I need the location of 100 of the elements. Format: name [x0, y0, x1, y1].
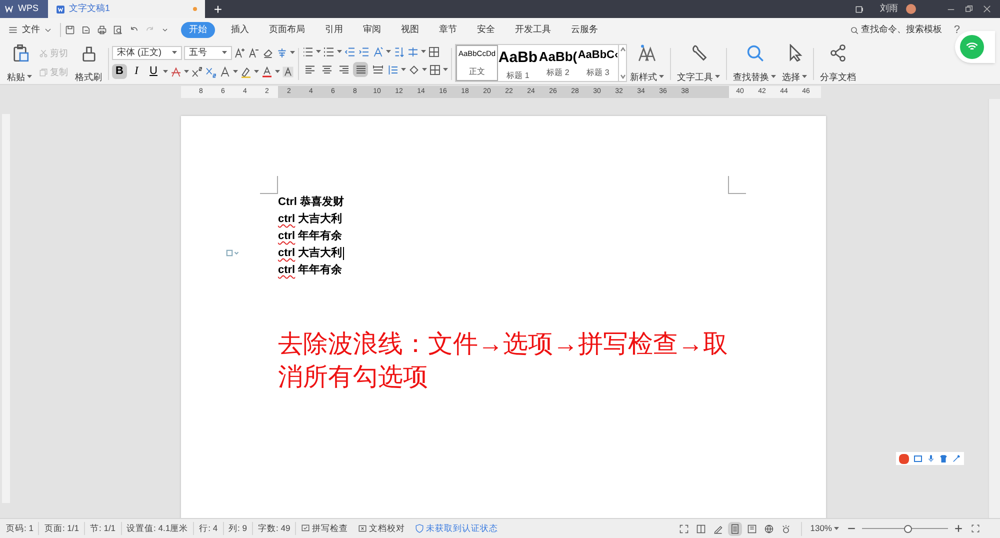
copy-icon [39, 68, 48, 77]
select-button[interactable]: 选择 [779, 44, 810, 84]
annotation-text: 去除波浪线：文件→选项→拼写检查→取消所有勾选项 [278, 330, 729, 393]
scissors-icon [39, 49, 48, 58]
view-icon [713, 524, 724, 534]
help-button[interactable]: ? [954, 22, 960, 38]
spell-check-button[interactable]: 拼写检查 [296, 522, 354, 535]
new-tab-button[interactable]: + [205, 0, 231, 18]
paste-button[interactable]: 粘贴 [4, 44, 35, 84]
chevron-down-icon [44, 26, 52, 34]
status-text: 设置值: 4.1厘米 [122, 522, 194, 535]
eraser-icon [262, 47, 274, 59]
caret-icon [337, 50, 342, 54]
font-family-select[interactable]: 宋体 (正文) [112, 46, 182, 60]
ribbon-tab[interactable]: 云服务 [561, 23, 608, 37]
brush-icon [80, 44, 98, 62]
caret-icon [386, 50, 391, 54]
style-option[interactable]: AaBb( 标题 2 [538, 45, 578, 81]
shrink-font-icon [248, 47, 260, 59]
avatar[interactable] [906, 4, 916, 14]
status-text: 页码: 1 [1, 522, 40, 535]
caret-icon [771, 75, 776, 80]
ribbon-tab[interactable]: 引用 [315, 23, 353, 37]
export-icon [81, 25, 91, 35]
bullets-icon [302, 46, 314, 58]
scrollbar[interactable] [988, 99, 1000, 518]
find-replace-button[interactable]: 查找替换 [730, 44, 779, 84]
format-painter-button[interactable]: 格式刷 [72, 44, 105, 84]
document-tab[interactable]: 文字文稿1 [48, 0, 205, 18]
caret-icon [659, 75, 664, 80]
document-icon [56, 4, 65, 14]
slider-thumb[interactable] [904, 524, 912, 532]
print-icon [97, 25, 107, 35]
command-search[interactable]: 查找命令、搜索模板 [850, 23, 942, 37]
margin-corner [728, 176, 746, 194]
ribbon-tab[interactable]: 章节 [429, 23, 467, 37]
wps-logo-icon [4, 5, 14, 13]
preview-icon [113, 25, 123, 35]
dropdown-icon [161, 26, 169, 34]
caret-icon [27, 75, 32, 80]
zoom-in-icon [954, 524, 963, 533]
font-size-select[interactable]: 五号 [184, 46, 232, 60]
align-justify-button[interactable] [353, 62, 368, 77]
ribbon-tab[interactable]: 安全 [467, 23, 505, 37]
view-icon [747, 524, 758, 534]
mic-icon [927, 454, 935, 463]
shirt-icon [939, 454, 948, 463]
close-icon [982, 4, 992, 14]
certification-link[interactable]: 未获取到认证状态 [410, 522, 504, 535]
save-icon [65, 25, 75, 35]
sort-icon [393, 46, 405, 58]
user-name[interactable]: 刘雨 [872, 2, 898, 16]
ribbon-tab[interactable]: 审阅 [353, 23, 391, 37]
new-style-button[interactable]: 新样式 [627, 44, 667, 84]
strikethrough-icon [170, 66, 182, 78]
margin-corner [260, 176, 278, 194]
caret-icon [443, 68, 448, 72]
proofread-button[interactable]: 文档校对 [353, 522, 410, 535]
paragraph-marker-icon [226, 249, 240, 257]
caret-icon [172, 51, 177, 55]
view-icon [730, 524, 740, 534]
caret-icon [834, 526, 839, 530]
window-icon [855, 4, 864, 14]
status-text: 列: 9 [224, 522, 253, 535]
document-line: ctrl 年年有余 [278, 262, 342, 278]
grow-font-icon [234, 47, 246, 59]
zoom-select[interactable]: 130% [802, 522, 847, 535]
share-icon [829, 44, 847, 62]
file-menu[interactable]: 文件 [0, 23, 56, 37]
text-tools-button[interactable]: 文字工具 [674, 44, 723, 84]
bold-button[interactable]: B [112, 64, 127, 79]
view-icon [679, 524, 690, 534]
caret-icon [184, 70, 189, 74]
zoom-slider[interactable] [862, 524, 948, 533]
input-method-toolbar[interactable] [896, 452, 964, 465]
ribbon-tab[interactable]: 页面布局 [259, 23, 315, 37]
caret-icon [222, 51, 227, 55]
style-option[interactable]: AaBb 标题 1 [498, 45, 538, 81]
align-icon [304, 64, 316, 76]
view-page-button[interactable] [728, 522, 742, 536]
style-option[interactable]: AaBbC‹ 标题 3 [578, 45, 618, 81]
app-tab[interactable]: WPS [0, 0, 48, 18]
shield-icon [415, 524, 424, 533]
ime-logo-icon[interactable] [899, 454, 909, 464]
restore-icon [964, 4, 974, 14]
underline-button[interactable]: U [146, 64, 161, 79]
italic-button[interactable]: I [129, 64, 144, 79]
ribbon-tab[interactable]: 视图 [391, 23, 429, 37]
status-text: 页面: 1/1 [39, 522, 85, 535]
spell-check-icon [301, 524, 310, 533]
wrench-icon [952, 454, 961, 463]
highlight-icon [240, 66, 252, 78]
share-button[interactable]: 分享文档 [817, 44, 859, 84]
align-icon [320, 64, 332, 76]
caret-icon [163, 70, 168, 74]
search-icon [746, 44, 764, 62]
caret-icon [290, 51, 295, 55]
ribbon-tab[interactable]: 开发工具 [505, 23, 561, 37]
document-line: Ctrl 恭喜发财 [278, 194, 344, 210]
ribbon-tab[interactable]: 插入 [221, 23, 259, 37]
